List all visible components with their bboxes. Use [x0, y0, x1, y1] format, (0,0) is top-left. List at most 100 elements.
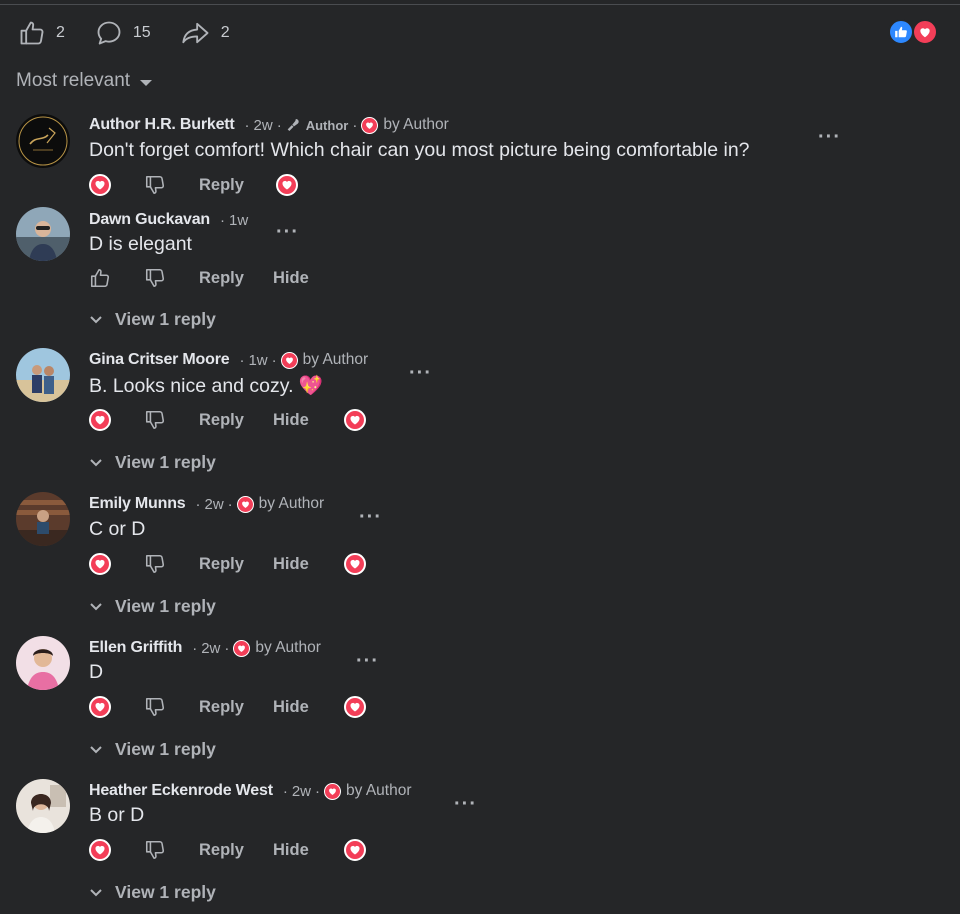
comments-stat[interactable]: 15 [95, 19, 151, 47]
like-reaction-icon [888, 19, 914, 45]
comment-time[interactable]: 2w [204, 496, 223, 513]
heart-icon [233, 639, 251, 657]
love-reaction-icon [912, 19, 938, 45]
avatar[interactable] [16, 636, 70, 690]
microphone-icon [287, 119, 299, 131]
top-divider [0, 4, 960, 5]
author-love-reaction[interactable] [344, 409, 366, 431]
reply-button[interactable]: Reply [199, 555, 244, 574]
comment-text: B. Looks nice and cozy. 💖 [89, 375, 324, 397]
reply-button[interactable]: Reply [199, 698, 244, 717]
hide-button[interactable]: Hide [273, 698, 309, 717]
loved-by-author: by Author [233, 639, 321, 657]
comment-text: C or D [89, 518, 146, 540]
comment-text: Don't forget comfort! Which chair can yo… [89, 139, 750, 161]
commenter-name[interactable]: Dawn Guckavan [89, 211, 210, 229]
dislike-icon[interactable] [144, 839, 166, 861]
view-replies-button[interactable]: View 1 reply [89, 452, 216, 473]
reply-button[interactable]: Reply [199, 176, 244, 195]
more-options-icon[interactable]: ··· [818, 127, 841, 147]
author-badge: Author [286, 117, 348, 133]
more-options-icon[interactable]: ··· [409, 363, 432, 383]
speech-bubble-icon [97, 21, 121, 45]
author-love-reaction[interactable] [344, 696, 366, 718]
dislike-icon[interactable] [144, 174, 166, 196]
reaction-summary[interactable] [888, 19, 942, 45]
hide-button[interactable]: Hide [273, 411, 309, 430]
reply-button[interactable]: Reply [199, 841, 244, 860]
avatar[interactable] [16, 348, 70, 402]
hide-button[interactable]: Hide [273, 269, 309, 288]
commenter-name[interactable]: Heather Eckenrode West [89, 782, 273, 800]
chevron-down-icon [90, 888, 102, 896]
dislike-icon[interactable] [144, 267, 166, 289]
more-options-icon[interactable]: ··· [356, 651, 379, 671]
author-love-reaction[interactable] [344, 553, 366, 575]
avatar[interactable] [16, 779, 70, 833]
love-button[interactable] [89, 409, 111, 431]
comment-time[interactable]: 2w [292, 783, 311, 800]
comment-header: Dawn Guckavan · 1w [89, 211, 249, 229]
love-button[interactable] [89, 174, 111, 196]
commenter-name[interactable]: Gina Critser Moore [89, 351, 230, 369]
comment-header: Author H.R. Burkett · 2w · Author · by A… [89, 116, 449, 134]
love-button[interactable] [89, 553, 111, 575]
hide-button[interactable]: Hide [273, 555, 309, 574]
comment-time[interactable]: 1w [229, 212, 248, 229]
likes-count: 2 [56, 24, 65, 41]
love-button[interactable] [89, 696, 111, 718]
shares-count: 2 [220, 24, 230, 41]
author-love-reaction[interactable] [344, 839, 366, 861]
avatar[interactable] [16, 492, 70, 546]
heart-icon [236, 495, 254, 513]
comment-text: D is elegant [89, 233, 192, 255]
chevron-down-icon [90, 602, 102, 610]
chevron-down-icon [90, 745, 102, 753]
sort-label: Most relevant [16, 70, 131, 91]
loved-by-author: by Author [280, 351, 368, 369]
more-options-icon[interactable]: ··· [276, 222, 299, 242]
view-replies-button[interactable]: View 1 reply [89, 596, 216, 617]
view-replies-button[interactable]: View 1 reply [89, 309, 216, 330]
chevron-down-icon [90, 315, 102, 323]
loved-by-author: by Author [361, 116, 449, 134]
more-options-icon[interactable]: ··· [359, 507, 382, 527]
comment-header: Gina Critser Moore · 1w · by Author [89, 351, 369, 369]
shares-stat[interactable]: 2 [181, 19, 230, 47]
heart-icon [361, 116, 379, 134]
chevron-down-icon [90, 458, 102, 466]
loved-by-author: by Author [236, 495, 324, 513]
comment-header: Ellen Griffith · 2w · by Author [89, 639, 321, 657]
hide-button[interactable]: Hide [273, 841, 309, 860]
author-love-reaction[interactable] [276, 174, 298, 196]
avatar[interactable] [16, 207, 70, 261]
commenter-name[interactable]: Ellen Griffith [89, 639, 182, 657]
commenter-name[interactable]: Emily Munns [89, 495, 186, 513]
caret-down-icon [140, 79, 153, 86]
loved-by-author: by Author [324, 782, 412, 800]
love-button[interactable] [89, 839, 111, 861]
dislike-icon[interactable] [144, 553, 166, 575]
share-arrow-icon [182, 22, 209, 44]
comment-time[interactable]: 2w [201, 640, 220, 657]
avatar[interactable] [16, 114, 70, 168]
post-stats-bar: 2 15 2 [18, 16, 260, 50]
comment-text: B or D [89, 804, 145, 826]
dislike-icon[interactable] [144, 696, 166, 718]
heart-icon [280, 351, 298, 369]
reply-button[interactable]: Reply [199, 411, 244, 430]
commenter-name[interactable]: Author H.R. Burkett [89, 116, 235, 134]
reply-button[interactable]: Reply [199, 269, 244, 288]
likes-stat[interactable]: 2 [18, 19, 65, 47]
comment-header: Heather Eckenrode West · 2w · by Author [89, 782, 412, 800]
like-icon[interactable] [89, 267, 111, 289]
comments-count: 15 [132, 24, 151, 41]
view-replies-button[interactable]: View 1 reply [89, 739, 216, 760]
comment-time[interactable]: 2w [254, 117, 273, 134]
comment-time[interactable]: 1w [248, 352, 267, 369]
more-options-icon[interactable]: ··· [454, 794, 477, 814]
dislike-icon[interactable] [144, 409, 166, 431]
view-replies-button[interactable]: View 1 reply [89, 882, 216, 903]
sort-dropdown[interactable]: Most relevant [16, 70, 153, 92]
comment-header: Emily Munns · 2w · by Author [89, 495, 325, 513]
